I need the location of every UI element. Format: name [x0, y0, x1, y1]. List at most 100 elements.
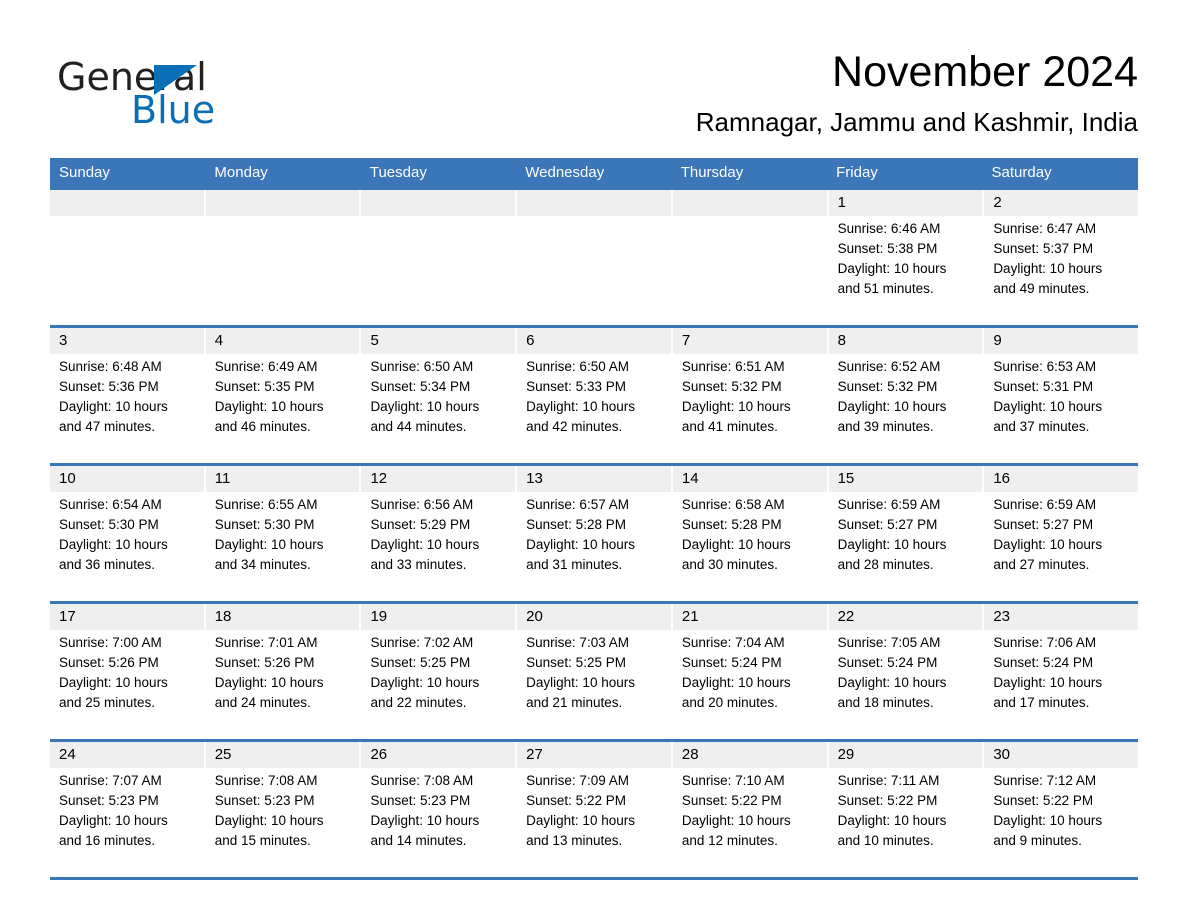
- day-cell[interactable]: 9 Sunrise: 6:53 AM Sunset: 5:31 PM Dayli…: [984, 328, 1138, 463]
- sunset-text: Sunset: 5:24 PM: [837, 655, 938, 670]
- sunset-text: Sunset: 5:23 PM: [59, 793, 159, 808]
- day-cell[interactable]: 11 Sunrise: 6:55 AM Sunset: 5:30 PM Dayl…: [206, 466, 362, 601]
- day-number: 6: [526, 332, 535, 349]
- daylight-text-line2: and 31 minutes.: [526, 557, 623, 572]
- day-cell[interactable]: [517, 190, 673, 325]
- day-cell[interactable]: 8 Sunrise: 6:52 AM Sunset: 5:32 PM Dayli…: [829, 328, 985, 463]
- day-cell[interactable]: 21 Sunrise: 7:04 AM Sunset: 5:24 PM Dayl…: [673, 604, 829, 739]
- day-number: [526, 190, 662, 216]
- sunset-text: Sunset: 5:31 PM: [993, 379, 1094, 394]
- sunrise-text: Sunrise: 7:04 AM: [681, 635, 785, 650]
- sunset-text: Sunset: 5:25 PM: [370, 655, 471, 670]
- day-cell[interactable]: 6 Sunrise: 6:50 AM Sunset: 5:33 PM Dayli…: [517, 328, 673, 463]
- weekday-header-thursday: Thursday: [680, 164, 744, 181]
- sunrise-text: Sunrise: 7:01 AM: [214, 635, 318, 650]
- day-cell[interactable]: 13 Sunrise: 6:57 AM Sunset: 5:28 PM Dayl…: [517, 466, 673, 601]
- daylight-text-line1: Daylight: 10 hours: [59, 813, 168, 828]
- day-cell[interactable]: 15 Sunrise: 6:59 AM Sunset: 5:27 PM Dayl…: [829, 466, 985, 601]
- day-info: Sunrise: 7:05 AM Sunset: 5:24 PM Dayligh…: [838, 633, 974, 713]
- day-info: Sunrise: 7:12 AM Sunset: 5:22 PM Dayligh…: [993, 771, 1129, 851]
- daylight-text-line2: and 20 minutes.: [681, 695, 778, 710]
- generalblue-logo[interactable]: General Blue: [57, 55, 397, 135]
- sunset-text: Sunset: 5:38 PM: [837, 241, 938, 256]
- day-cell[interactable]: 16 Sunrise: 6:59 AM Sunset: 5:27 PM Dayl…: [984, 466, 1138, 601]
- sunset-text: Sunset: 5:24 PM: [993, 655, 1094, 670]
- day-number: 15: [837, 470, 855, 487]
- day-number: 9: [993, 332, 1002, 349]
- day-cell[interactable]: [206, 190, 362, 325]
- daylight-text-line2: and 51 minutes.: [837, 281, 934, 296]
- day-info: Sunrise: 7:03 AM Sunset: 5:25 PM Dayligh…: [526, 633, 662, 713]
- day-info: Sunrise: 6:59 AM Sunset: 5:27 PM Dayligh…: [838, 495, 974, 575]
- day-cell[interactable]: [50, 190, 206, 325]
- day-info: Sunrise: 7:08 AM Sunset: 5:23 PM Dayligh…: [370, 771, 506, 851]
- daylight-text-line1: Daylight: 10 hours: [837, 675, 947, 690]
- daylight-text-line1: Daylight: 10 hours: [837, 399, 947, 414]
- day-number: 21: [681, 608, 699, 625]
- day-cell[interactable]: 25 Sunrise: 7:08 AM Sunset: 5:23 PM Dayl…: [206, 742, 362, 877]
- daylight-text-line1: Daylight: 10 hours: [214, 675, 324, 690]
- daylight-text-line2: and 33 minutes.: [370, 557, 467, 572]
- day-number: 19: [370, 608, 388, 625]
- day-cell[interactable]: 7 Sunrise: 6:51 AM Sunset: 5:32 PM Dayli…: [673, 328, 829, 463]
- day-number: [215, 190, 351, 216]
- day-cell[interactable]: 5 Sunrise: 6:50 AM Sunset: 5:34 PM Dayli…: [361, 328, 518, 463]
- sunrise-text: Sunrise: 6:53 AM: [993, 359, 1097, 374]
- weekday-header-row: Sunday Monday Tuesday Wednesday Thursday…: [50, 158, 1138, 187]
- daylight-text-line2: and 13 minutes.: [526, 833, 623, 848]
- week-row: 24 Sunrise: 7:07 AM Sunset: 5:23 PM Dayl…: [50, 739, 1138, 877]
- day-cell[interactable]: 3 Sunrise: 6:48 AM Sunset: 5:36 PM Dayli…: [50, 328, 206, 463]
- day-cell[interactable]: 22 Sunrise: 7:05 AM Sunset: 5:24 PM Dayl…: [829, 604, 985, 739]
- sunset-text: Sunset: 5:25 PM: [526, 655, 626, 670]
- day-cell[interactable]: 18 Sunrise: 7:01 AM Sunset: 5:26 PM Dayl…: [206, 604, 362, 739]
- day-cell[interactable]: [673, 190, 829, 325]
- day-number: 17: [59, 608, 76, 625]
- daylight-text-line1: Daylight: 10 hours: [59, 537, 168, 552]
- day-cell[interactable]: 4 Sunrise: 6:49 AM Sunset: 5:35 PM Dayli…: [206, 328, 362, 463]
- day-cell[interactable]: 26 Sunrise: 7:08 AM Sunset: 5:23 PM Dayl…: [361, 742, 518, 877]
- sunset-text: Sunset: 5:23 PM: [214, 793, 315, 808]
- page-subtitle: Ramnagar, Jammu and Kashmir, India: [695, 107, 1138, 137]
- daylight-text-line1: Daylight: 10 hours: [370, 537, 480, 552]
- day-cell[interactable]: 2 Sunrise: 6:47 AM Sunset: 5:37 PM Dayli…: [984, 190, 1138, 325]
- daylight-text-line2: and 47 minutes.: [59, 419, 156, 434]
- day-info: Sunrise: 7:11 AM Sunset: 5:22 PM Dayligh…: [838, 771, 974, 851]
- day-info: Sunrise: 7:00 AM Sunset: 5:26 PM Dayligh…: [59, 633, 195, 713]
- logo-text-blue: Blue: [131, 88, 216, 132]
- sunrise-text: Sunrise: 6:48 AM: [59, 359, 162, 374]
- sunrise-text: Sunrise: 6:54 AM: [59, 497, 162, 512]
- day-number: 3: [59, 332, 68, 349]
- sunrise-text: Sunrise: 6:50 AM: [526, 359, 629, 374]
- day-cell[interactable]: [361, 190, 518, 325]
- day-cell[interactable]: 23 Sunrise: 7:06 AM Sunset: 5:24 PM Dayl…: [984, 604, 1138, 739]
- day-cell[interactable]: 20 Sunrise: 7:03 AM Sunset: 5:25 PM Dayl…: [517, 604, 673, 739]
- day-cell[interactable]: 12 Sunrise: 6:56 AM Sunset: 5:29 PM Dayl…: [361, 466, 518, 601]
- daylight-text-line1: Daylight: 10 hours: [681, 675, 791, 690]
- day-number: 29: [837, 746, 855, 763]
- day-cell[interactable]: 24 Sunrise: 7:07 AM Sunset: 5:23 PM Dayl…: [50, 742, 206, 877]
- sunrise-text: Sunrise: 7:05 AM: [837, 635, 941, 650]
- daylight-text-line1: Daylight: 10 hours: [526, 399, 635, 414]
- day-cell[interactable]: 30 Sunrise: 7:12 AM Sunset: 5:22 PM Dayl…: [984, 742, 1138, 877]
- daylight-text-line1: Daylight: 10 hours: [837, 537, 947, 552]
- sunrise-text: Sunrise: 7:12 AM: [993, 773, 1097, 788]
- sunrise-text: Sunrise: 7:10 AM: [681, 773, 785, 788]
- day-cell[interactable]: 29 Sunrise: 7:11 AM Sunset: 5:22 PM Dayl…: [829, 742, 985, 877]
- day-cell[interactable]: 1 Sunrise: 6:46 AM Sunset: 5:38 PM Dayli…: [829, 190, 985, 325]
- day-cell[interactable]: 27 Sunrise: 7:09 AM Sunset: 5:22 PM Dayl…: [517, 742, 673, 877]
- daylight-text-line2: and 14 minutes.: [370, 833, 467, 848]
- day-cell[interactable]: 10 Sunrise: 6:54 AM Sunset: 5:30 PM Dayl…: [50, 466, 206, 601]
- daylight-text-line2: and 37 minutes.: [993, 419, 1090, 434]
- day-cell[interactable]: 17 Sunrise: 7:00 AM Sunset: 5:26 PM Dayl…: [50, 604, 206, 739]
- sunset-text: Sunset: 5:32 PM: [681, 379, 782, 394]
- sunset-text: Sunset: 5:27 PM: [837, 517, 938, 532]
- daylight-text-line2: and 18 minutes.: [837, 695, 934, 710]
- day-cell[interactable]: 19 Sunrise: 7:02 AM Sunset: 5:25 PM Dayl…: [361, 604, 518, 739]
- page-header: General Blue November 2024 Ramnagar, Jam…: [0, 0, 1188, 158]
- weekday-header-saturday: Saturday: [991, 164, 1052, 181]
- day-cell[interactable]: 14 Sunrise: 6:58 AM Sunset: 5:28 PM Dayl…: [673, 466, 829, 601]
- daylight-text-line2: and 41 minutes.: [681, 419, 778, 434]
- day-cell[interactable]: 28 Sunrise: 7:10 AM Sunset: 5:22 PM Dayl…: [673, 742, 829, 877]
- day-info: Sunrise: 6:48 AM Sunset: 5:36 PM Dayligh…: [59, 357, 195, 437]
- grid-bottom-border: [50, 877, 1138, 880]
